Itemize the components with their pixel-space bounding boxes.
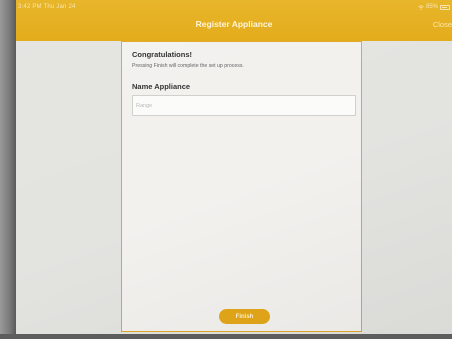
battery-icon <box>440 4 450 10</box>
name-appliance-input[interactable] <box>132 95 356 116</box>
wifi-icon <box>418 4 424 10</box>
congratulations-heading: Congratulations! <box>132 50 192 59</box>
screen: 3:42 PM Thu Jan 24 85% Register Applianc… <box>16 0 452 334</box>
close-button[interactable]: Close <box>433 20 452 29</box>
navigation-bar: 3:42 PM Thu Jan 24 85% Register Applianc… <box>16 0 452 41</box>
page-title: Register Appliance <box>195 19 273 29</box>
device-bezel-left <box>0 0 16 339</box>
register-panel: Congratulations! Pressing Finish will co… <box>121 41 362 332</box>
status-indicators: 85% <box>418 4 450 10</box>
finish-button[interactable]: Finish <box>219 309 270 324</box>
status-time: 3:42 PM Thu Jan 24 <box>18 4 76 10</box>
name-appliance-label: Name Appliance <box>132 82 191 91</box>
instruction-text: Pressing Finish will complete the set up… <box>132 63 244 69</box>
device-bezel-bottom <box>0 334 452 339</box>
battery-percent: 85% <box>425 4 438 10</box>
